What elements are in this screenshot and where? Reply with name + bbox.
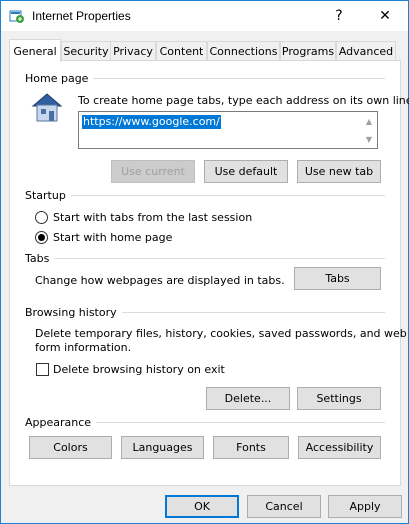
tabs-group-label: Tabs xyxy=(25,252,55,265)
tab-programs[interactable]: Programs xyxy=(280,41,336,61)
use-new-tab-button[interactable]: Use new tab xyxy=(297,160,381,183)
startup-last-session-label[interactable]: Start with tabs from the last session xyxy=(53,211,252,224)
help-icon: ? xyxy=(335,8,343,24)
use-default-button[interactable]: Use default xyxy=(204,160,288,183)
fonts-button[interactable]: Fonts xyxy=(213,436,289,459)
ok-button[interactable]: OK xyxy=(165,495,239,518)
startup-last-session-radio[interactable] xyxy=(35,211,48,224)
window-title: Internet Properties xyxy=(32,9,131,23)
apply-button[interactable]: Apply xyxy=(328,495,402,518)
tab-privacy[interactable]: Privacy xyxy=(110,41,156,61)
home-page-instruction: To create home page tabs, type each addr… xyxy=(78,94,409,107)
delete-on-exit-label[interactable]: Delete browsing history on exit xyxy=(53,363,225,376)
home-page-url-input[interactable]: https://www.google.com/ ▲ ▼ xyxy=(78,111,378,149)
history-settings-button[interactable]: Settings xyxy=(297,387,381,410)
startup-group-label: Startup xyxy=(25,189,71,202)
delete-on-exit-checkbox[interactable] xyxy=(36,363,49,376)
startup-home-page-label[interactable]: Start with home page xyxy=(53,231,172,244)
browsing-history-description-line1: Delete temporary files, history, cookies… xyxy=(35,327,407,340)
startup-group-line xyxy=(25,195,385,196)
general-tab-panel: Home page To create home page tabs, type… xyxy=(9,60,409,486)
tab-security[interactable]: Security xyxy=(61,41,111,61)
tab-advanced[interactable]: Advanced xyxy=(336,41,396,61)
browsing-history-description-line2: form information. xyxy=(35,341,132,354)
tabs-group-line xyxy=(25,258,385,259)
delete-history-button[interactable]: Delete... xyxy=(206,387,290,410)
startup-home-page-radio[interactable] xyxy=(35,231,48,244)
appearance-group-label: Appearance xyxy=(25,416,97,429)
scroll-up-icon[interactable]: ▲ xyxy=(364,116,374,126)
browsing-history-group-label: Browsing history xyxy=(25,306,122,319)
tab-connections[interactable]: Connections xyxy=(207,41,280,61)
cancel-button[interactable]: Cancel xyxy=(247,495,321,518)
tabs-settings-button[interactable]: Tabs xyxy=(294,267,381,290)
scroll-down-icon[interactable]: ▼ xyxy=(364,134,374,144)
home-page-url-value: https://www.google.com/ xyxy=(82,115,221,129)
colors-button[interactable]: Colors xyxy=(29,436,112,459)
close-icon: ✕ xyxy=(379,8,391,24)
languages-button[interactable]: Languages xyxy=(121,436,204,459)
title-bar[interactable]: Internet Properties ? ✕ xyxy=(1,1,408,31)
help-button[interactable]: ? xyxy=(316,1,362,31)
tab-strip: General Security Privacy Content Connect… xyxy=(9,39,401,62)
tab-general[interactable]: General xyxy=(9,39,61,62)
home-page-group-label: Home page xyxy=(25,72,94,85)
internet-properties-window: Internet Properties ? ✕ General Security… xyxy=(0,0,409,524)
use-current-button[interactable]: Use current xyxy=(111,160,195,183)
accessibility-button[interactable]: Accessibility xyxy=(298,436,381,459)
close-button[interactable]: ✕ xyxy=(362,1,408,31)
internet-options-icon xyxy=(9,10,24,23)
tab-content[interactable]: Content xyxy=(156,41,207,61)
home-icon xyxy=(31,93,63,122)
tabs-description: Change how webpages are displayed in tab… xyxy=(35,274,285,287)
